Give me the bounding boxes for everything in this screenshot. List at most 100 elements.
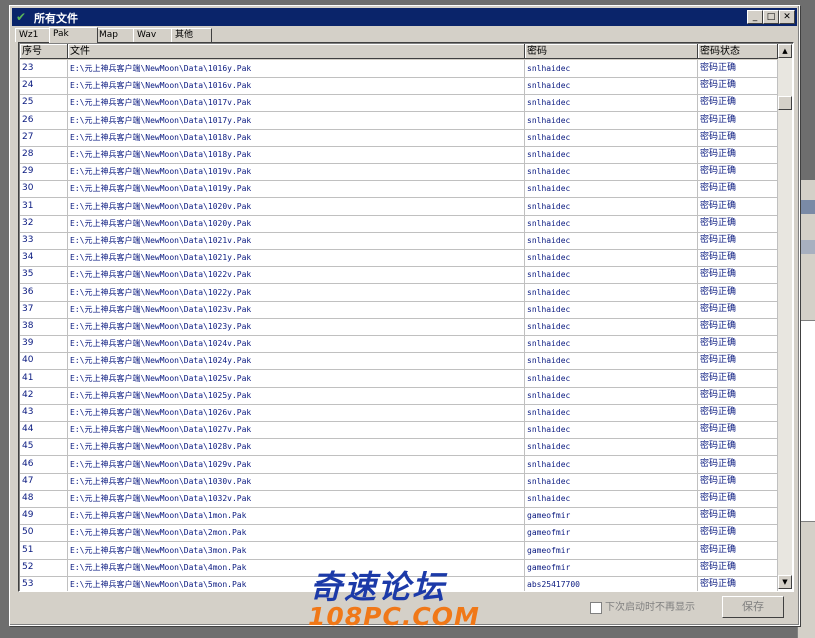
row-status: 密码正确	[698, 283, 778, 301]
row-password: snlhaidec	[525, 318, 698, 335]
row-status: 密码正确	[698, 146, 778, 163]
table-row[interactable]: 26 E:\元上神兵客户端\NewMoon\Data\1017y.Pak snlha…	[20, 111, 778, 130]
row-password: snlhaidec	[525, 369, 698, 387]
table-row[interactable]: 41 E:\元上神兵客户端\NewMoon\Data\1025v.Pak snlha…	[20, 369, 778, 388]
row-number: 36	[20, 283, 68, 301]
row-file-path: E:\元上神兵客户端\NewMoon\Data\1017y.Pak	[68, 111, 525, 129]
scroll-up-button[interactable]: ▲	[778, 44, 792, 58]
tab-other[interactable]: 其他	[171, 28, 212, 42]
row-file-path: E:\元上神兵客户端\NewMoon\Data\1020v.Pak	[68, 197, 525, 215]
table-row[interactable]: 28 E:\元上神兵客户端\NewMoon\Data\1018y.Pak snlha…	[20, 146, 778, 164]
row-file-path: E:\元上神兵客户端\NewMoon\Data\1018v.Pak	[68, 128, 525, 146]
table-row[interactable]: 42 E:\元上神兵客户端\NewMoon\Data\1025y.Pak snlha…	[20, 386, 778, 405]
table-row[interactable]: 50 E:\元上神兵客户端\NewMoon\Data\2mon.Pak gameof…	[20, 524, 778, 543]
vertical-scrollbar[interactable]: ▲ ▼	[778, 44, 792, 589]
table-row[interactable]: 40 E:\元上神兵客户端\NewMoon\Data\1024y.Pak snlha…	[20, 352, 778, 371]
table-row[interactable]: 44 E:\元上神兵客户端\NewMoon\Data\1027v.Pak snlha…	[20, 421, 778, 440]
tab-map[interactable]: Map	[95, 28, 136, 42]
row-status: 密码正确	[698, 94, 778, 112]
file-list[interactable]: 序号 文件 密码 密码状态 23 E:\元上神兵客户端\NewMoon\Data\…	[18, 42, 794, 592]
row-file-path: E:\元上神兵客户端\NewMoon\Data\1016v.Pak	[68, 77, 525, 95]
row-number: 46	[20, 455, 68, 473]
row-file-path: E:\元上神兵客户端\NewMoon\Data\1025y.Pak	[68, 386, 525, 404]
row-password: snlhaidec	[525, 404, 698, 421]
table-row[interactable]: 36 E:\元上神兵客户端\NewMoon\Data\1022y.Pak snlha…	[20, 283, 778, 302]
table-row[interactable]: 48 E:\元上神兵客户端\NewMoon\Data\1032v.Pak snlha…	[20, 490, 778, 508]
dont-show-again-checkbox[interactable]	[590, 602, 602, 614]
table-row[interactable]: 43 E:\元上神兵客户端\NewMoon\Data\1026v.Pak snlha…	[20, 404, 778, 422]
row-file-path: E:\元上神兵客户端\NewMoon\Data\5mon.Pak	[68, 576, 525, 591]
row-file-path: E:\元上神兵客户端\NewMoon\Data\1023y.Pak	[68, 318, 525, 335]
save-button[interactable]: 保存	[722, 596, 784, 618]
row-file-path: E:\元上神兵客户端\NewMoon\Data\1023v.Pak	[68, 300, 525, 318]
row-file-path: E:\元上神兵客户端\NewMoon\Data\1021y.Pak	[68, 249, 525, 267]
row-status: 密码正确	[698, 472, 778, 490]
row-status: 密码正确	[698, 490, 778, 507]
row-status: 密码正确	[698, 369, 778, 387]
row-number: 33	[20, 232, 68, 249]
row-password: gameofmir	[525, 558, 698, 576]
table-row[interactable]: 33 E:\元上神兵客户端\NewMoon\Data\1021v.Pak snlha…	[20, 232, 778, 250]
table-row[interactable]: 34 E:\元上神兵客户端\NewMoon\Data\1021y.Pak snlha…	[20, 249, 778, 268]
row-password: snlhaidec	[525, 60, 698, 77]
row-status: 密码正确	[698, 249, 778, 267]
close-button[interactable]: ✕	[779, 10, 795, 24]
row-file-path: E:\元上神兵客户端\NewMoon\Data\1022y.Pak	[68, 283, 525, 301]
table-row[interactable]: 23 E:\元上神兵客户端\NewMoon\Data\1016y.Pak snlha…	[20, 60, 778, 78]
row-status: 密码正确	[698, 300, 778, 318]
column-header-file[interactable]: 文件	[68, 44, 525, 59]
row-number: 32	[20, 214, 68, 232]
scroll-thumb[interactable]	[778, 96, 792, 110]
row-number: 27	[20, 128, 68, 146]
row-number: 25	[20, 94, 68, 112]
table-row[interactable]: 39 E:\元上神兵客户端\NewMoon\Data\1024v.Pak snlha…	[20, 335, 778, 354]
row-password: snlhaidec	[525, 266, 698, 284]
row-file-path: E:\元上神兵客户端\NewMoon\Data\4mon.Pak	[68, 558, 525, 576]
table-row[interactable]: 49 E:\元上神兵客户端\NewMoon\Data\1mon.Pak gameof…	[20, 507, 778, 526]
row-number: 43	[20, 404, 68, 421]
row-password: snlhaidec	[525, 232, 698, 249]
row-password: snlhaidec	[525, 180, 698, 198]
column-header-password[interactable]: 密码	[525, 44, 698, 59]
table-row[interactable]: 38 E:\元上神兵客户端\NewMoon\Data\1023y.Pak snlha…	[20, 318, 778, 336]
row-status: 密码正确	[698, 524, 778, 542]
tab-wav[interactable]: Wav	[133, 28, 174, 42]
row-password: snlhaidec	[525, 214, 698, 232]
row-number: 29	[20, 163, 68, 181]
table-row[interactable]: 31 E:\元上神兵客户端\NewMoon\Data\1020v.Pak snlha…	[20, 197, 778, 216]
window-title: 所有文件	[34, 12, 78, 25]
row-password: snlhaidec	[525, 335, 698, 353]
row-file-path: E:\元上神兵客户端\NewMoon\Data\1022v.Pak	[68, 266, 525, 284]
file-list-window: ✔ 所有文件 _ □ ✕ Wz1 Pak Map Wav 其他 序号 文件 密码…	[9, 5, 800, 626]
row-status: 密码正确	[698, 60, 778, 77]
list-header: 序号 文件 密码 密码状态	[20, 44, 778, 60]
table-row[interactable]: 51 E:\元上神兵客户端\NewMoon\Data\3mon.Pak gameof…	[20, 541, 778, 560]
table-row[interactable]: 24 E:\元上神兵客户端\NewMoon\Data\1016v.Pak snlha…	[20, 77, 778, 96]
table-row[interactable]: 35 E:\元上神兵客户端\NewMoon\Data\1022v.Pak snlha…	[20, 266, 778, 285]
row-file-path: E:\元上神兵客户端\NewMoon\Data\1028v.Pak	[68, 438, 525, 456]
maximize-button[interactable]: □	[763, 10, 779, 24]
row-file-path: E:\元上神兵客户端\NewMoon\Data\1030v.Pak	[68, 472, 525, 490]
row-file-path: E:\元上神兵客户端\NewMoon\Data\2mon.Pak	[68, 524, 525, 542]
column-header-status[interactable]: 密码状态	[698, 44, 778, 59]
background-window-bar	[800, 200, 815, 214]
table-row[interactable]: 27 E:\元上神兵客户端\NewMoon\Data\1018v.Pak snlha…	[20, 128, 778, 147]
table-row[interactable]: 45 E:\元上神兵客户端\NewMoon\Data\1028v.Pak snlha…	[20, 438, 778, 457]
table-row[interactable]: 29 E:\元上神兵客户端\NewMoon\Data\1019v.Pak snlha…	[20, 163, 778, 182]
scroll-down-button[interactable]: ▼	[778, 575, 792, 589]
row-file-path: E:\元上神兵客户端\NewMoon\Data\1017v.Pak	[68, 94, 525, 112]
table-row[interactable]: 47 E:\元上神兵客户端\NewMoon\Data\1030v.Pak snlha…	[20, 472, 778, 491]
row-file-path: E:\元上神兵客户端\NewMoon\Data\1016y.Pak	[68, 60, 525, 77]
tab-pak[interactable]: Pak	[49, 27, 98, 43]
table-row[interactable]: 25 E:\元上神兵客户端\NewMoon\Data\1017v.Pak snlha…	[20, 94, 778, 113]
table-row[interactable]: 30 E:\元上神兵客户端\NewMoon\Data\1019y.Pak snlha…	[20, 180, 778, 199]
row-file-path: E:\元上神兵客户端\NewMoon\Data\1mon.Pak	[68, 507, 525, 525]
table-row[interactable]: 37 E:\元上神兵客户端\NewMoon\Data\1023v.Pak snlha…	[20, 300, 778, 319]
column-header-no[interactable]: 序号	[20, 44, 68, 59]
row-number: 39	[20, 335, 68, 353]
table-row[interactable]: 46 E:\元上神兵客户端\NewMoon\Data\1029v.Pak snlha…	[20, 455, 778, 474]
row-file-path: E:\元上神兵客户端\NewMoon\Data\1026v.Pak	[68, 404, 525, 421]
table-row[interactable]: 32 E:\元上神兵客户端\NewMoon\Data\1020y.Pak snlha…	[20, 214, 778, 233]
row-status: 密码正确	[698, 232, 778, 249]
minimize-button[interactable]: _	[747, 10, 763, 24]
